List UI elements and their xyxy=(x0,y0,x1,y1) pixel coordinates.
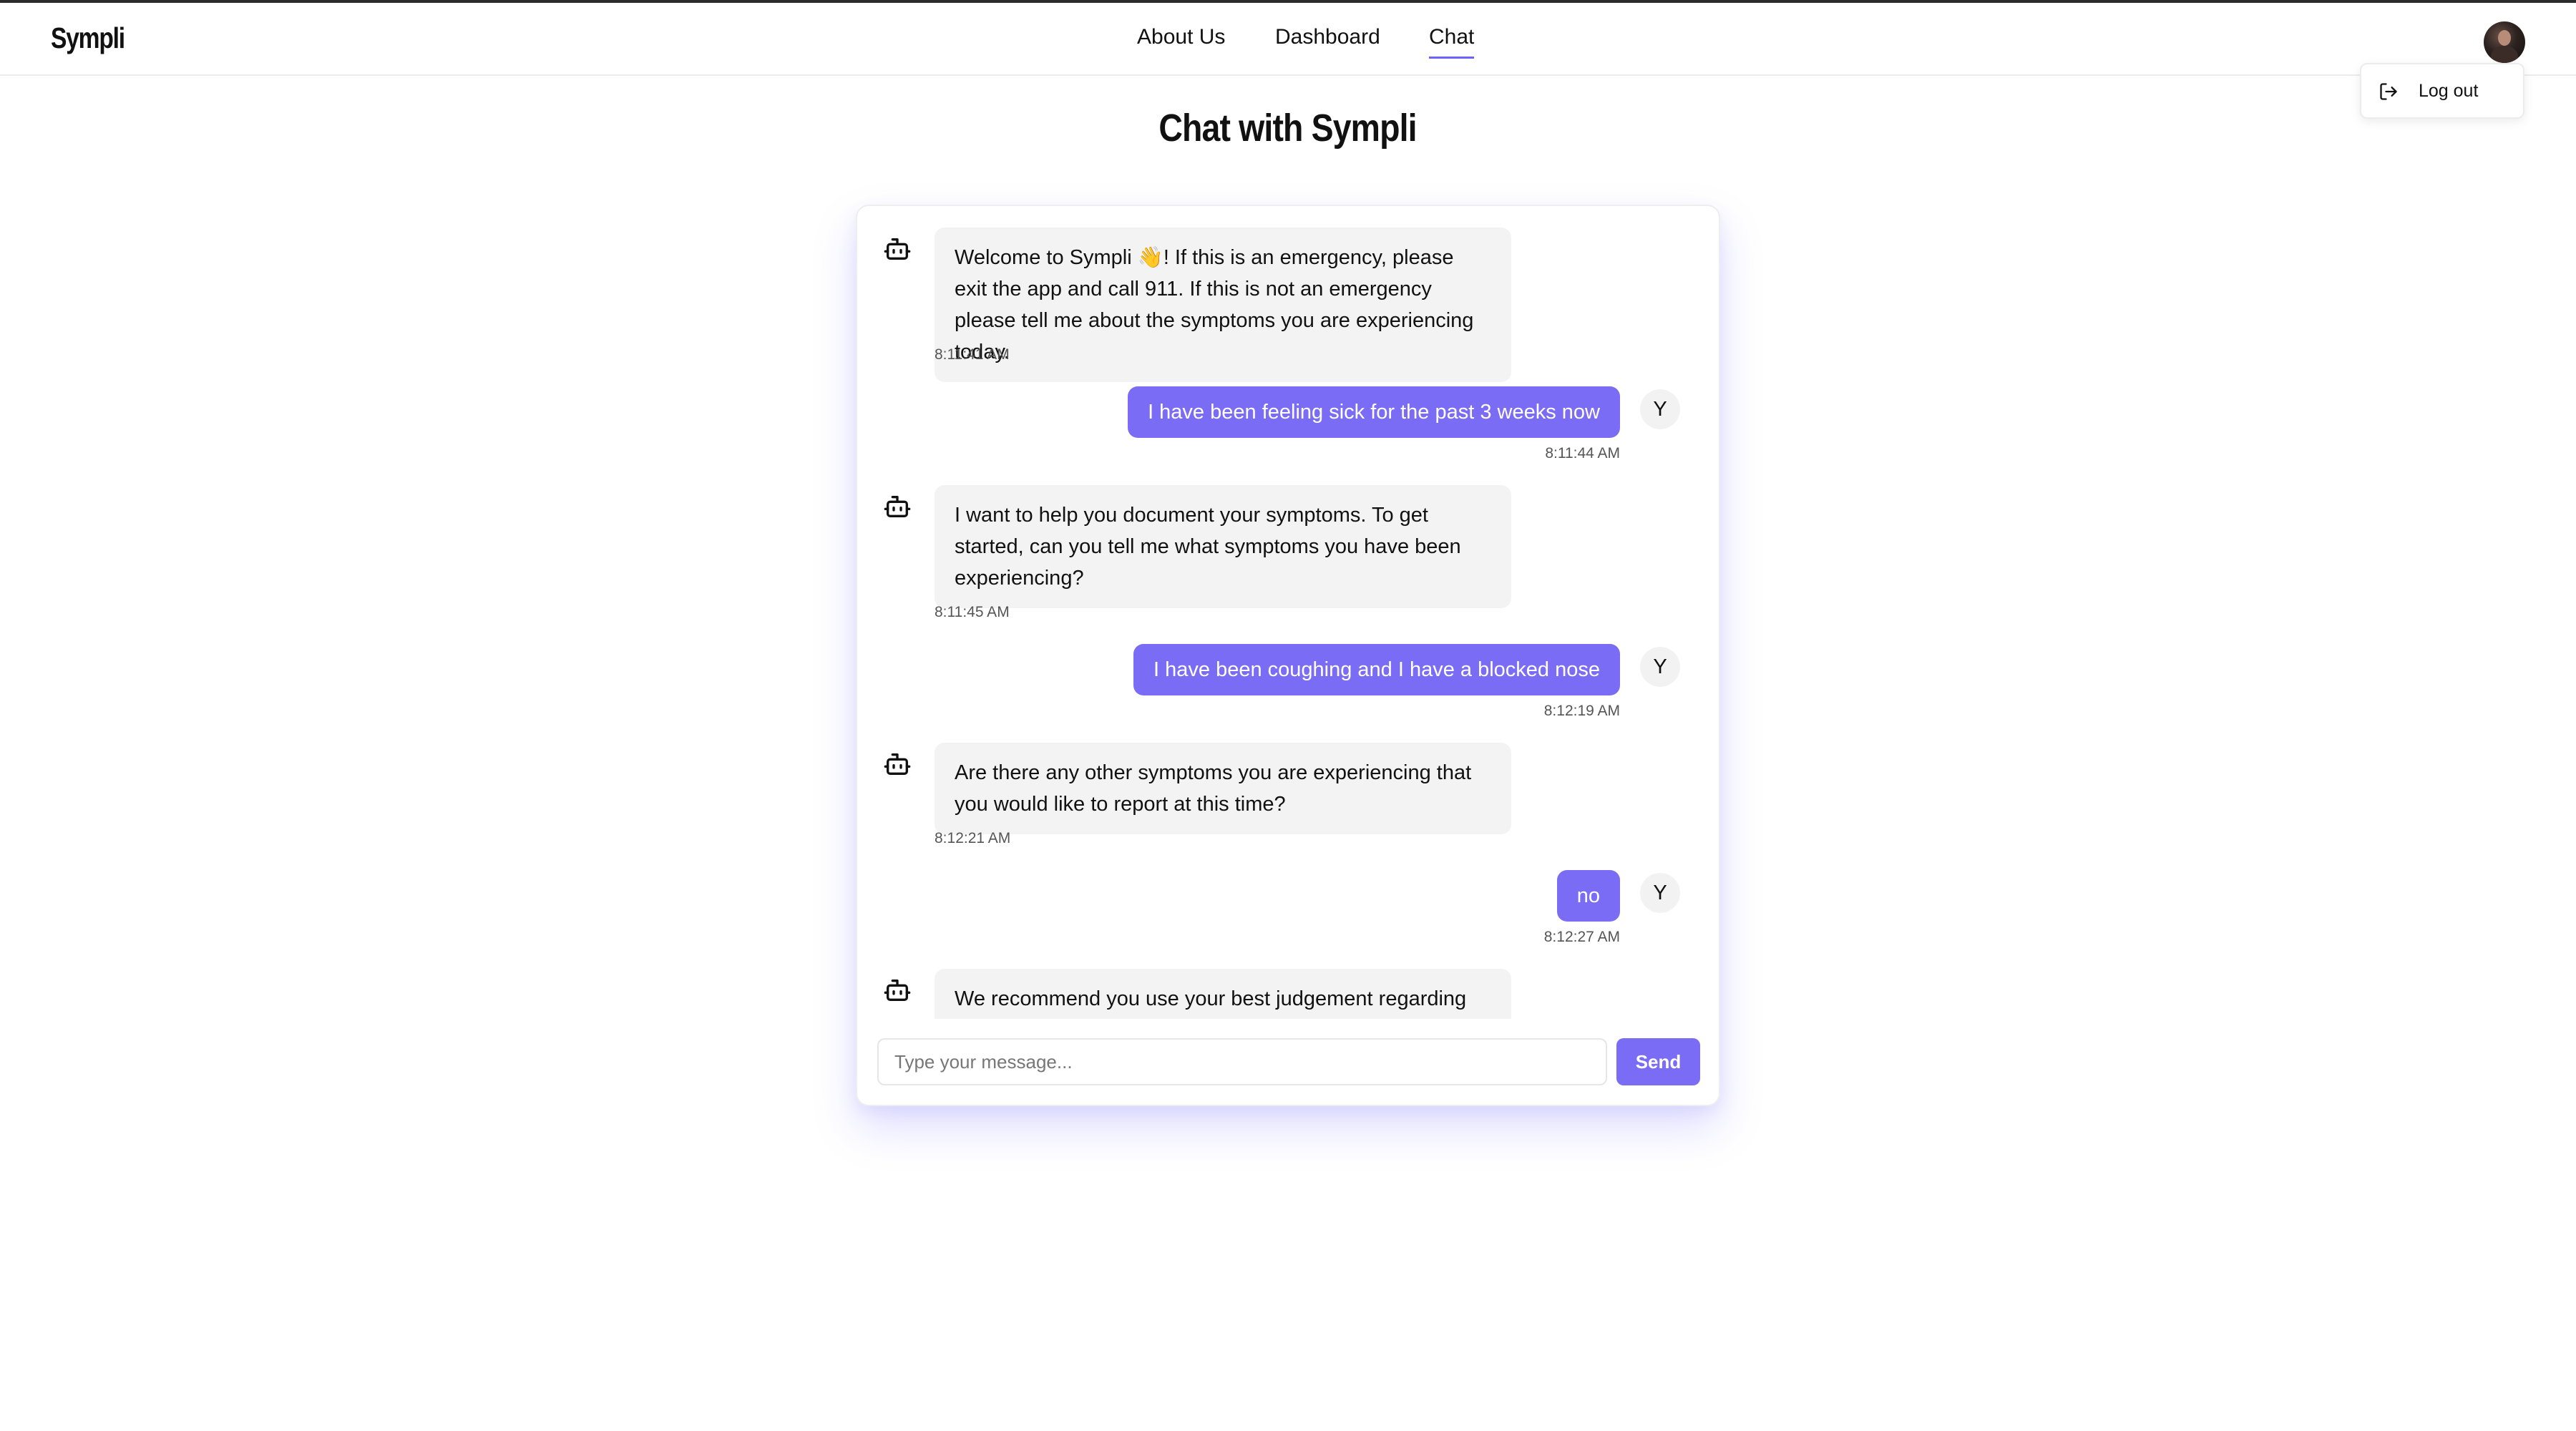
nav-about-us[interactable]: About Us xyxy=(1137,23,1225,52)
logout-icon xyxy=(2380,83,2397,100)
user-message-bubble: I have been coughing and I have a blocke… xyxy=(1133,644,1620,695)
nav-dashboard[interactable]: Dashboard xyxy=(1275,23,1380,52)
user-avatar-button[interactable] xyxy=(2484,21,2525,63)
bot-message-bubble: Are there any other symptoms you are exp… xyxy=(935,743,1511,834)
message-timestamp: 8:12:21 AM xyxy=(935,830,1011,846)
chat-panel: Welcome to Sympli 👋! If this is an emerg… xyxy=(856,205,1720,1106)
bot-icon xyxy=(884,980,911,1001)
bot-message-bubble: I want to help you document your symptom… xyxy=(935,485,1511,608)
user-message-avatar: Y xyxy=(1640,389,1680,429)
message-timestamp: 8:12:19 AM xyxy=(1543,703,1620,719)
nav-chat[interactable]: Chat xyxy=(1429,23,1475,59)
bot-icon xyxy=(884,496,911,517)
user-message-bubble: I have been feeling sick for the past 3 … xyxy=(1128,386,1620,438)
bot-icon xyxy=(884,753,911,775)
message-composer: Send xyxy=(877,1038,1700,1085)
message-timestamp: 8:11:45 AM xyxy=(935,604,1010,620)
message-timestamp: 8:11:41 AM xyxy=(935,346,1010,363)
page-title: Chat with Sympli xyxy=(1158,107,1418,150)
message-timestamp: 8:11:44 AM xyxy=(1545,445,1620,461)
user-message-avatar: Y xyxy=(1640,647,1680,687)
message-list[interactable]: Welcome to Sympli 👋! If this is an emerg… xyxy=(857,206,1719,1019)
logout-menu-item[interactable]: Log out xyxy=(2419,80,2478,102)
user-message-avatar: Y xyxy=(1640,873,1680,913)
user-message-bubble: no xyxy=(1556,870,1620,922)
message-input[interactable] xyxy=(877,1038,1607,1085)
bot-message-bubble: We recommend you use your best judgement… xyxy=(935,969,1511,1019)
message-timestamp: 8:12:27 AM xyxy=(1543,929,1620,945)
top-navbar: Sympli About Us Dashboard Chat xyxy=(0,3,2576,76)
bot-icon xyxy=(884,238,911,260)
send-button[interactable]: Send xyxy=(1616,1038,1700,1085)
bot-message-bubble: Welcome to Sympli 👋! If this is an emerg… xyxy=(935,228,1511,382)
main-nav: About Us Dashboard Chat xyxy=(0,23,2576,66)
